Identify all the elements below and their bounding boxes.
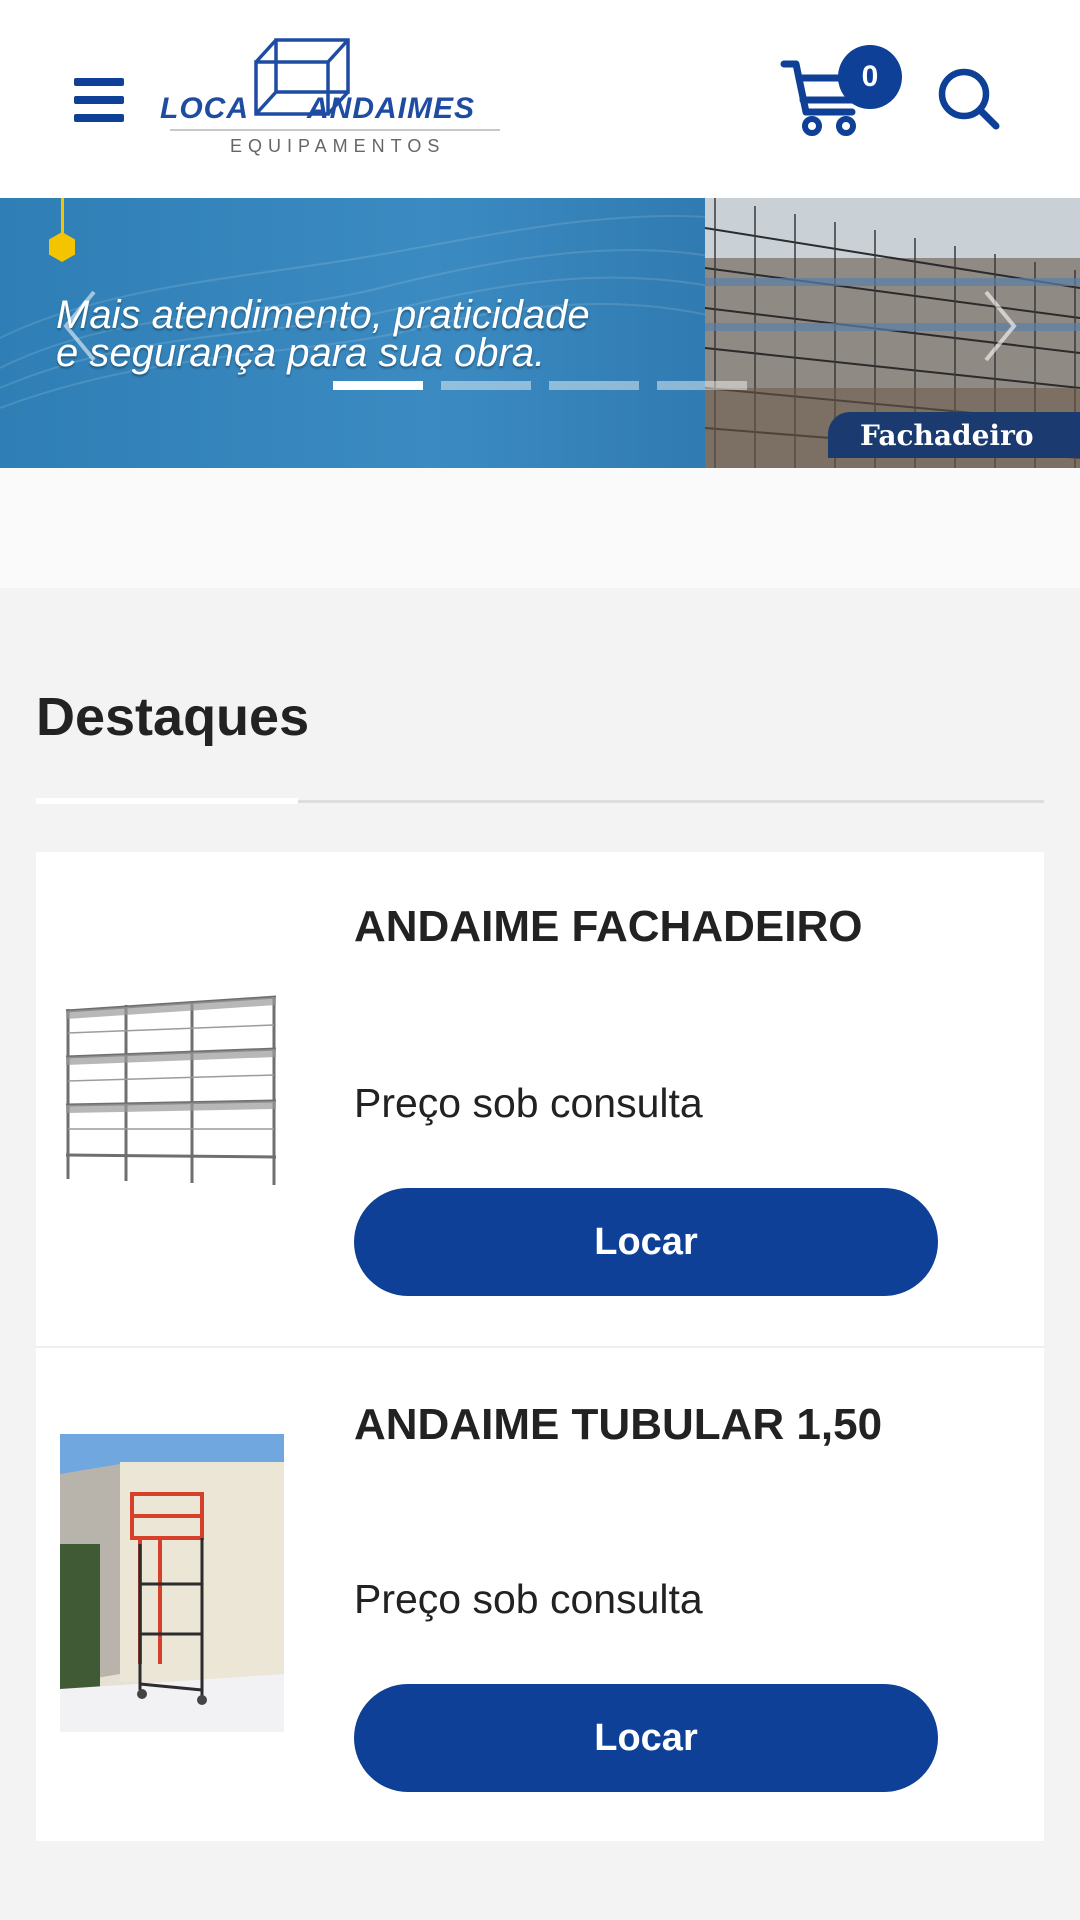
product-title[interactable]: ANDAIME TUBULAR 1,50 (354, 1400, 882, 1450)
banner-accent-line (61, 198, 64, 234)
product-card: ANDAIME FACHADEIRO Preço sob consulta Lo… (36, 852, 1044, 1347)
site-header: LOCA ANDAIMES EQUIPAMENTOS 0 (0, 0, 1080, 198)
product-price: Preço sob consulta (354, 1080, 703, 1126)
logo-word-right: ANDAIMES (307, 92, 476, 125)
product-price: Preço sob consulta (354, 1576, 703, 1622)
logo-word-left: LOCA (160, 92, 249, 125)
banner-product-tag: Fachadeiro (828, 412, 1080, 458)
chevron-right-icon[interactable] (980, 286, 1020, 366)
product-title[interactable]: ANDAIME FACHADEIRO (354, 902, 862, 952)
slider-dot-1[interactable] (333, 381, 423, 390)
site-logo[interactable]: LOCA ANDAIMES EQUIPAMENTOS (160, 36, 500, 161)
logo-subtitle: EQUIPAMENTOS (230, 136, 446, 156)
product-image-fachadeiro[interactable] (60, 987, 284, 1187)
slider-dot-2[interactable] (441, 381, 531, 390)
search-icon (938, 68, 1000, 130)
search-button[interactable] (936, 66, 1002, 132)
section-title-featured: Destaques (36, 687, 310, 747)
page-bottom (0, 1882, 1080, 1920)
product-card: ANDAIME TUBULAR 1,50 Preço sob consulta … (36, 1346, 1044, 1841)
menu-button[interactable] (74, 78, 124, 122)
rent-button[interactable]: Locar (354, 1188, 938, 1296)
slider-dot-3[interactable] (549, 381, 639, 390)
banner-headline: Mais atendimento, praticidade e seguranç… (56, 293, 696, 375)
menu-icon-bar (74, 96, 124, 104)
slider-dot-4[interactable] (657, 381, 747, 390)
banner-headline-line2: e segurança para sua obra. (56, 331, 546, 375)
product-image-tubular[interactable] (60, 1434, 284, 1732)
logo-wordmark: LOCA ANDAIMES (160, 92, 475, 126)
logo-divider (170, 129, 500, 131)
rent-button[interactable]: Locar (354, 1684, 938, 1792)
cart-count-badge[interactable]: 0 (838, 45, 902, 109)
menu-icon-bar (74, 114, 124, 122)
slider-pagination (333, 381, 747, 390)
hexagon-icon (49, 232, 75, 262)
menu-icon-bar (74, 78, 124, 86)
banner-spacer (0, 468, 1080, 588)
section-divider-highlight (36, 798, 298, 804)
hero-banner[interactable]: Mais atendimento, praticidade e seguranç… (0, 198, 1080, 468)
chevron-left-icon[interactable] (60, 286, 100, 366)
banner-headline-line1: Mais atendimento, praticidade (56, 293, 590, 337)
